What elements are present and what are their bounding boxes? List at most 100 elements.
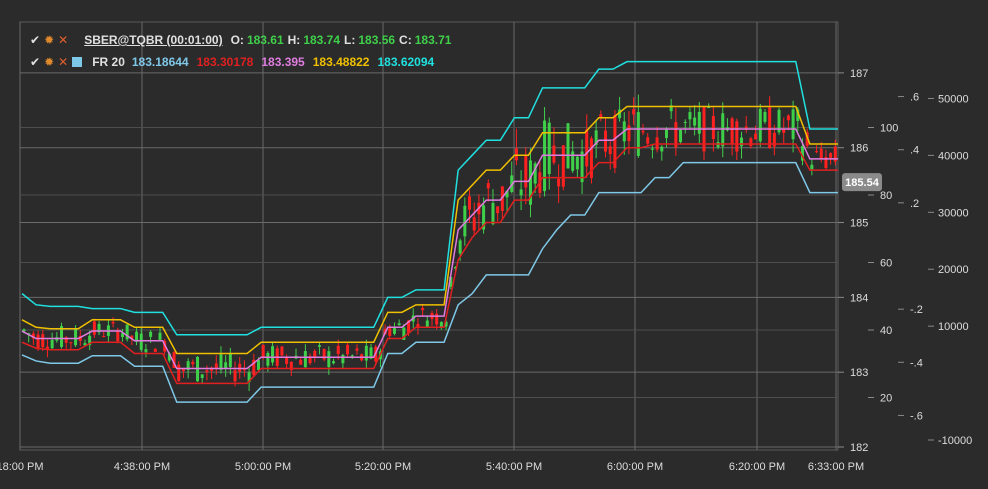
candle-body xyxy=(200,374,204,378)
high-key: H: xyxy=(287,33,301,47)
candle-body xyxy=(317,345,321,347)
candle-body xyxy=(763,111,767,122)
candle-body xyxy=(332,361,336,364)
candle-body xyxy=(153,348,157,352)
high-value: 183.74 xyxy=(303,33,341,47)
candle-body xyxy=(322,349,326,360)
candle-body xyxy=(786,115,790,121)
candle-body xyxy=(421,307,425,311)
candle-body xyxy=(388,328,392,336)
open-value: 183.61 xyxy=(246,33,284,47)
candle-body xyxy=(758,108,762,142)
candle-body xyxy=(604,130,608,152)
candle-body xyxy=(754,133,758,140)
gear-icon[interactable]: ✹ xyxy=(44,55,54,69)
candle-body xyxy=(486,183,490,189)
close-value: 183.71 xyxy=(414,33,452,47)
candle-body xyxy=(346,344,350,355)
close-key: C: xyxy=(399,33,412,47)
price-tick-label: 183 xyxy=(850,367,868,379)
volume-tick-label: -10000 xyxy=(938,435,972,447)
fr-tick-label: .6 xyxy=(910,92,919,104)
indicator-label[interactable]: FR 20 xyxy=(92,55,125,69)
gear-icon[interactable]: ✹ xyxy=(44,33,54,47)
volume-tick-label: 10000 xyxy=(938,321,969,333)
instrument-label[interactable]: SBER@TQBR (00:01:00) xyxy=(84,33,222,47)
close-icon[interactable]: ✕ xyxy=(58,33,68,47)
candle-body xyxy=(721,113,725,147)
chart-root: 18:00 PM 4:38:00 PM 5:00:00 PM 5:20:00 PM 5:… xyxy=(0,0,988,489)
candle-body xyxy=(341,354,345,364)
fr-tick-label: -.2 xyxy=(910,304,923,316)
candle-body xyxy=(228,353,232,368)
check-icon[interactable]: ✔ xyxy=(30,33,40,47)
candle-body xyxy=(711,116,715,140)
color-swatch-icon[interactable] xyxy=(72,57,83,67)
x-tick-label: 6:33:00 PM xyxy=(808,461,864,473)
candle-body xyxy=(768,107,772,148)
candle-body xyxy=(205,370,209,373)
fr-tick-label: .2 xyxy=(910,198,919,210)
candle-body xyxy=(641,130,645,133)
band-series-line xyxy=(21,143,838,385)
candle-body xyxy=(571,151,575,171)
indicator-value-1: 183.18644 xyxy=(131,55,189,69)
candle-body xyxy=(280,346,284,356)
candle-body xyxy=(683,121,687,123)
candle-body xyxy=(815,151,819,153)
legend-row-price: ✔ ✹ ✕ SBER@TQBR (00:01:00) O: 183.61 H: … xyxy=(30,33,451,47)
candle-body xyxy=(111,321,115,324)
open-key: O: xyxy=(230,33,244,47)
candle-body xyxy=(791,109,795,140)
candle-body xyxy=(303,351,307,368)
indicator-value-2: 183.30178 xyxy=(196,55,254,69)
candle-body xyxy=(585,129,589,167)
candle-body xyxy=(575,156,579,170)
candle-body xyxy=(299,359,303,365)
candle-body xyxy=(496,206,500,214)
candle-body xyxy=(697,111,701,134)
candle-body xyxy=(144,349,148,353)
low-key: L: xyxy=(344,33,356,47)
band-series-line xyxy=(21,60,838,336)
price-tick-label: 184 xyxy=(850,292,868,304)
low-value: 183.56 xyxy=(358,33,396,47)
candle-body xyxy=(139,333,143,350)
candle-body xyxy=(355,348,359,351)
close-icon[interactable]: ✕ xyxy=(58,55,68,69)
candle-body xyxy=(364,345,368,361)
candle-body xyxy=(266,352,270,366)
candle-body xyxy=(458,240,462,254)
candle-body xyxy=(50,339,54,349)
candle-body xyxy=(557,178,561,187)
legend-row-indicator: ✔ ✹ ✕ FR 20 183.18644 183.30178 183.395 … xyxy=(30,55,434,69)
x-tick-label: 6:00:00 PM xyxy=(607,461,663,473)
candle-body xyxy=(552,145,556,163)
check-icon[interactable]: ✔ xyxy=(30,55,40,69)
candle-body xyxy=(688,112,692,120)
candle-body xyxy=(233,370,237,382)
candle-body xyxy=(632,109,636,115)
candle-body xyxy=(102,336,106,338)
candle-body xyxy=(74,328,78,346)
candle-body xyxy=(650,148,654,150)
candle-body xyxy=(660,146,664,152)
candle-body xyxy=(749,138,753,147)
price-chart[interactable]: 18:00 PM 4:38:00 PM 5:00:00 PM 5:20:00 PM 5:… xyxy=(0,0,988,489)
candle-body xyxy=(519,189,523,196)
plot-frame xyxy=(19,21,839,451)
candle-body xyxy=(561,145,565,187)
candle-body xyxy=(224,362,228,369)
candle-body xyxy=(679,129,683,143)
candle-body xyxy=(69,342,73,344)
indicator-value-5: 183.62094 xyxy=(377,55,435,69)
x-tick-label: 4:38:00 PM xyxy=(114,461,170,473)
price-tick-label: 186 xyxy=(850,143,868,155)
candle-body xyxy=(92,321,96,335)
band-series-line xyxy=(21,128,838,370)
x-tick-label: 6:20:00 PM xyxy=(729,461,785,473)
osc-tick-label: 80 xyxy=(880,190,892,202)
fr-tick-label: -.4 xyxy=(910,357,923,369)
candle-body xyxy=(636,112,640,156)
volume-tick-label: 20000 xyxy=(938,264,969,276)
